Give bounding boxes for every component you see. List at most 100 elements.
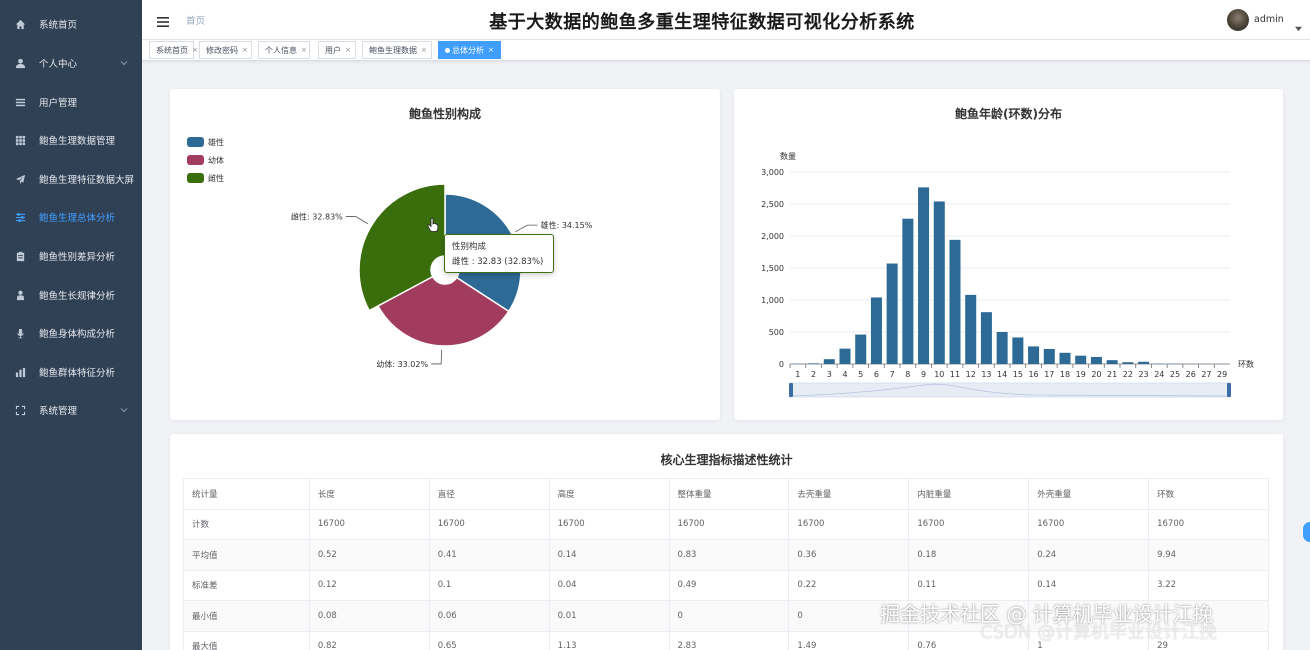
hamburger-icon[interactable] xyxy=(157,13,169,27)
tag-5[interactable]: 鲍鱼生理数据 × xyxy=(362,41,432,59)
sidebar-item-label: 鲍鱼性别差异分析 xyxy=(39,252,116,263)
sidebar-item-1[interactable]: 系统首页 xyxy=(0,5,142,43)
caret-down-icon[interactable] xyxy=(1295,17,1302,32)
bar[interactable] xyxy=(1090,356,1102,364)
x-tick-label: 17 xyxy=(1044,370,1054,379)
bar[interactable] xyxy=(808,363,820,364)
table-header-cell: 去壳重量 xyxy=(788,478,910,510)
bar[interactable] xyxy=(855,334,867,364)
pie-label: 幼体: 33.02% xyxy=(376,359,428,369)
x-tick-label: 29 xyxy=(1217,370,1227,379)
table-cell: 2.83 xyxy=(668,630,790,650)
bar[interactable] xyxy=(902,218,914,364)
bar[interactable] xyxy=(1138,361,1150,364)
tag-label: 用户 xyxy=(325,45,341,55)
tag-label: 修改密码 xyxy=(206,45,238,55)
datazoom-slider[interactable] xyxy=(789,382,1231,398)
sidebar-item-3[interactable]: 用户管理 xyxy=(0,83,142,121)
table-header-cell: 高度 xyxy=(548,478,670,510)
close-icon[interactable]: × xyxy=(192,46,198,54)
person-icon xyxy=(14,289,26,301)
close-icon[interactable]: × xyxy=(345,46,351,54)
bar-icon xyxy=(14,366,26,378)
table-row: 标准差 0.12 0.1 0.04 0.49 0.22 0.11 0.14 3.22 xyxy=(183,569,1269,601)
table-cell: 0.14 xyxy=(548,539,670,571)
table-cell: 0.04 xyxy=(548,569,670,601)
table-cell: 0.65 xyxy=(428,630,550,650)
bar[interactable] xyxy=(933,201,945,364)
pie-leader-line xyxy=(515,224,538,233)
x-tick-label: 23 xyxy=(1138,370,1148,379)
bar[interactable] xyxy=(870,297,882,364)
table-cell: 0.06 xyxy=(428,600,550,632)
bar[interactable] xyxy=(996,332,1008,364)
table-row: 计数 16700 16700 16700 16700 16700 16700 16700 167… xyxy=(183,508,1269,540)
table-cell: 0.24 xyxy=(1028,539,1150,571)
bar[interactable] xyxy=(1059,352,1071,364)
sidebar-item-10[interactable]: 鲍鱼群体特征分析 xyxy=(0,353,142,391)
bar[interactable] xyxy=(1012,337,1024,364)
bar[interactable] xyxy=(965,294,977,364)
close-icon[interactable]: × xyxy=(421,46,427,54)
table-cell: 3.22 xyxy=(1148,569,1269,601)
bar[interactable] xyxy=(1075,355,1087,364)
user-name[interactable]: admin xyxy=(1254,14,1284,25)
send-icon xyxy=(14,173,26,185)
y-tick-label: 1,500 xyxy=(761,264,784,273)
sidebar-item-2[interactable]: 个人中心 xyxy=(0,44,142,82)
bar[interactable] xyxy=(918,187,930,364)
tag-label: 系统首页 xyxy=(156,45,188,55)
breadcrumb[interactable]: 首页 xyxy=(186,13,205,27)
bar[interactable] xyxy=(980,312,992,364)
bar[interactable] xyxy=(1028,346,1040,364)
tag-label: 总体分析 xyxy=(452,45,484,55)
x-tick-label: 11 xyxy=(950,370,960,379)
x-tick-label: 21 xyxy=(1107,370,1117,379)
bar[interactable] xyxy=(823,359,835,364)
table-cell: 最大值 xyxy=(183,630,310,650)
table-cell: 16700 xyxy=(428,508,550,540)
bar[interactable] xyxy=(1122,362,1134,364)
x-tick-label: 4 xyxy=(842,370,847,379)
close-icon[interactable]: × xyxy=(488,46,494,54)
table-cell: 9.94 xyxy=(1148,539,1269,571)
hand-cursor-icon xyxy=(427,218,439,232)
bar[interactable] xyxy=(839,348,851,364)
table-cell: 0.1 xyxy=(428,569,550,601)
sidebar-item-11[interactable]: 系统管理 xyxy=(0,391,142,429)
tag-4[interactable]: 用户 × xyxy=(318,41,356,59)
y-tick-label: 0 xyxy=(779,360,784,369)
bar[interactable] xyxy=(1106,360,1118,364)
datazoom-handle-left[interactable] xyxy=(789,383,793,397)
bar[interactable] xyxy=(1043,348,1055,364)
sidebar-item-9[interactable]: 鲍鱼身体构成分析 xyxy=(0,314,142,352)
sidebar-item-8[interactable]: 鲍鱼生长规律分析 xyxy=(0,276,142,314)
floating-action-button[interactable] xyxy=(1303,522,1310,542)
avatar[interactable] xyxy=(1227,9,1249,31)
table-cell: 1.13 xyxy=(548,630,670,650)
table-header-row: 统计量 长度 直径 高度 整体重量 去壳重量 内脏重量 外壳重量 环数 xyxy=(183,478,1269,510)
tooltip-title: 性别构成 xyxy=(452,242,487,252)
grid-icon xyxy=(14,134,26,146)
table-cell: 0.18 xyxy=(908,539,1030,571)
age-bar-chart[interactable]: 05001,0001,5002,0002,5003,000数量环数1 2 3 4 5 6 7… xyxy=(734,89,1283,420)
sidebar-item-4[interactable]: 鲍鱼生理数据管理 xyxy=(0,121,142,159)
list-icon xyxy=(14,96,26,108)
page-title: 基于大数据的鲍鱼多重生理特征数据可视化分析系统 xyxy=(489,12,915,33)
tag-6[interactable]: 总体分析 × xyxy=(438,41,501,59)
sidebar-item-5[interactable]: 鲍鱼生理特征数据大屏 xyxy=(0,160,142,198)
sidebar-item-7[interactable]: 鲍鱼性别差异分析 xyxy=(0,237,142,275)
sidebar-item-6[interactable]: 鲍鱼生理总体分析 xyxy=(0,198,142,236)
bar[interactable] xyxy=(949,239,961,364)
tag-3[interactable]: 个人信息 × xyxy=(258,41,310,59)
bar[interactable] xyxy=(886,263,898,364)
y-tick-label: 500 xyxy=(769,328,784,337)
table-cell: 16700 xyxy=(308,508,430,540)
close-icon[interactable]: × xyxy=(242,46,248,54)
tag-1[interactable]: 系统首页 × xyxy=(149,41,198,59)
table-header-cell: 长度 xyxy=(308,478,430,510)
tag-2[interactable]: 修改密码 × xyxy=(199,41,252,59)
datazoom-handle-right[interactable] xyxy=(1227,383,1231,397)
x-tick-label: 5 xyxy=(858,370,863,379)
close-icon[interactable]: × xyxy=(301,46,307,54)
